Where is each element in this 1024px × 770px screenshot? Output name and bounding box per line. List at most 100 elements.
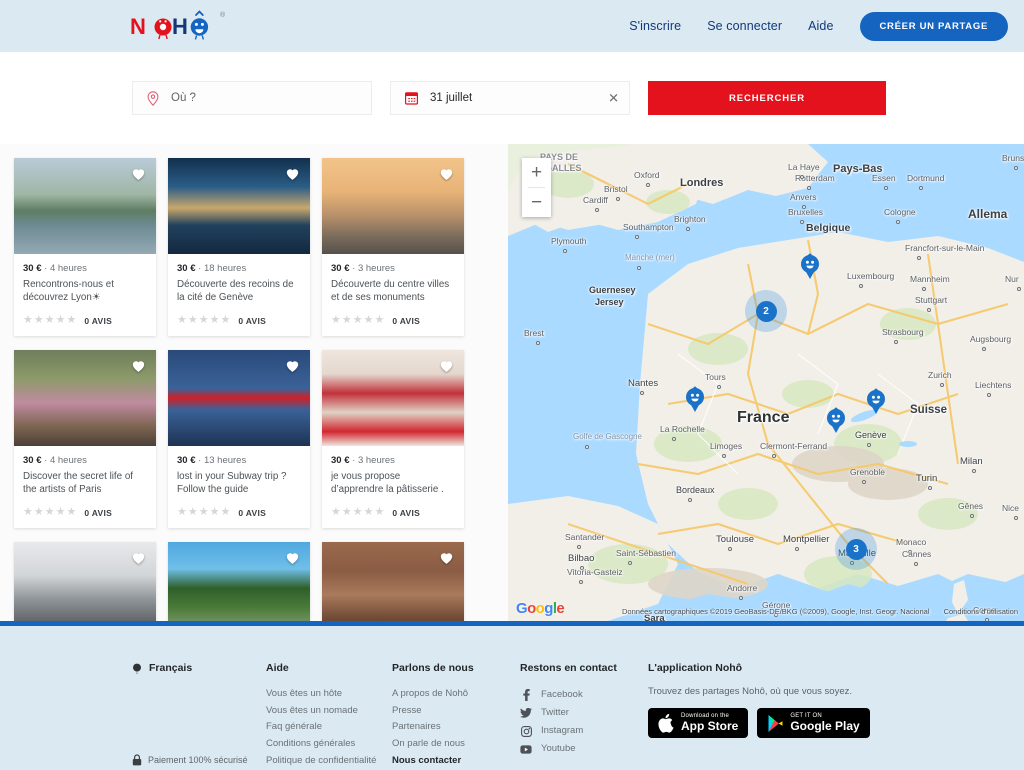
- map-place-dot: [640, 391, 644, 395]
- footer-link[interactable]: Vous êtes un hôte: [266, 686, 392, 703]
- rating-star: ★: [209, 314, 220, 326]
- footer-link[interactable]: Partenaires: [392, 719, 520, 736]
- map-place-dot: [884, 186, 888, 190]
- noho-map-pin-icon: [827, 407, 845, 433]
- clear-date-icon[interactable]: ✕: [608, 92, 619, 105]
- rating-star: ★: [55, 506, 66, 518]
- map-place-dot: [688, 498, 692, 502]
- map-marker-lyon[interactable]: [825, 406, 847, 439]
- rating-star: ★: [209, 506, 220, 518]
- social-label: Twitter: [541, 707, 569, 719]
- footer-link[interactable]: Vous êtes un nomade: [266, 703, 392, 720]
- map-place-dot: [536, 341, 540, 345]
- map-cluster-paris[interactable]: 2: [745, 290, 787, 332]
- google-logo: Google: [516, 600, 565, 617]
- experience-card[interactable]: 30 € · 3 heures je vous propose d’appren…: [322, 350, 464, 528]
- card-photo: [168, 350, 310, 446]
- rating-star: ★: [44, 314, 55, 326]
- experience-card[interactable]: [14, 542, 156, 621]
- card-title: Discover the secret life of the artists …: [23, 471, 133, 496]
- star-rating: ★ ★ ★ ★ ★: [177, 315, 230, 326]
- where-placeholder-text: Où ?: [171, 92, 196, 104]
- review-count: 0 AVIS: [392, 315, 421, 326]
- youtube-icon: [520, 745, 532, 754]
- footer-link[interactable]: On parle de nous: [392, 736, 520, 753]
- map-place-dot: [635, 235, 639, 239]
- social-link-twitter[interactable]: Twitter: [520, 704, 648, 722]
- card-body: 30 € · 4 heures Rencontrons-nous et déco…: [14, 254, 156, 305]
- map-marker-genève[interactable]: [865, 387, 887, 420]
- favorite-heart-icon[interactable]: [130, 357, 147, 374]
- social-link-youtube[interactable]: Youtube: [520, 740, 648, 758]
- noho-logo-icon: N H: [130, 10, 209, 40]
- map-place-dot: [922, 287, 926, 291]
- rating-star: ★: [352, 314, 363, 326]
- map-terms-link[interactable]: Conditions d'utilisation: [944, 607, 1018, 616]
- map-zoom-controls[interactable]: + −: [522, 158, 551, 217]
- where-input[interactable]: Où ?: [132, 81, 372, 115]
- social-label: Youtube: [541, 743, 576, 755]
- favorite-heart-icon[interactable]: [438, 549, 455, 566]
- map-place-dot: [580, 566, 584, 570]
- date-input[interactable]: 31 juillet ✕: [390, 81, 630, 115]
- experience-card[interactable]: 30 € · 4 heures Discover the secret life…: [14, 350, 156, 528]
- site-footer: Français Aide Vous êtes un hôte Vous êtes…: [0, 621, 1024, 770]
- favorite-heart-icon[interactable]: [130, 549, 147, 566]
- social-label: Facebook: [541, 689, 583, 700]
- card-body: 30 € · 4 heures Discover the secret life…: [14, 446, 156, 497]
- map-place-dot: [1017, 287, 1021, 291]
- experience-card[interactable]: 30 € · 13 heures lost in your Subway tri…: [168, 350, 310, 528]
- map-place-dot: [563, 249, 567, 253]
- zoom-in-button[interactable]: +: [522, 158, 551, 187]
- footer-link[interactable]: Politique de confidentialité: [266, 753, 392, 770]
- footer-link[interactable]: Conditions générales: [266, 736, 392, 753]
- googleplay-badge[interactable]: GET IT ON Google Play: [757, 708, 870, 738]
- map-marker-reims[interactable]: [799, 252, 821, 285]
- favorite-heart-icon[interactable]: [130, 165, 147, 182]
- results-grid[interactable]: 30 € · 4 heures Rencontrons-nous et déco…: [0, 144, 508, 621]
- map-place-dot: [800, 220, 804, 224]
- experience-card[interactable]: 30 € · 18 heures Découverte des recoins …: [168, 158, 310, 336]
- card-title: je vous propose d’apprendre la pâtisseri…: [331, 471, 444, 496]
- rating-star: ★: [55, 314, 66, 326]
- create-share-button[interactable]: CRÉER UN PARTAGE: [859, 11, 1008, 41]
- map-place-dot: [919, 186, 923, 190]
- favorite-heart-icon[interactable]: [284, 549, 301, 566]
- instagram-icon: [520, 725, 532, 737]
- footer-link[interactable]: A propos de Nohô: [392, 686, 520, 703]
- map-place-dot: [585, 445, 589, 449]
- map-panel[interactable]: PAYS DE GALLES Oxford Londres Bristol Cardiff…: [508, 144, 1024, 621]
- rating-star: ★: [187, 314, 198, 326]
- nav-help[interactable]: Aide: [808, 19, 833, 33]
- favorite-heart-icon[interactable]: [438, 165, 455, 182]
- experience-card[interactable]: 30 € · 4 heures Rencontrons-nous et déco…: [14, 158, 156, 336]
- favorite-heart-icon[interactable]: [284, 165, 301, 182]
- search-button[interactable]: RECHERCHER: [648, 81, 886, 115]
- card-body: 30 € · 3 heures je vous propose d’appren…: [322, 446, 464, 497]
- footer-column-app: L'application Nohô Trouvez des partages …: [648, 662, 948, 769]
- experience-card[interactable]: 30 € · 3 heures Découverte du centre vil…: [322, 158, 464, 336]
- nav-signup[interactable]: S'inscrire: [629, 19, 681, 33]
- star-rating: ★ ★ ★ ★ ★: [331, 315, 384, 326]
- social-link-instagram[interactable]: Instagram: [520, 722, 648, 740]
- card-price: 30 €: [23, 455, 42, 466]
- map-place-dot: [896, 220, 900, 224]
- favorite-heart-icon[interactable]: [284, 357, 301, 374]
- search-bar: Où ? 31 juillet ✕ RECHERCHER: [0, 52, 1024, 144]
- experience-card[interactable]: [322, 542, 464, 621]
- map-marker-la-rochelle[interactable]: [684, 385, 706, 418]
- nav-login[interactable]: Se connecter: [707, 19, 782, 33]
- footer-link[interactable]: Nous contacter: [392, 753, 520, 770]
- favorite-heart-icon[interactable]: [438, 357, 455, 374]
- site-logo[interactable]: N H ®: [130, 8, 225, 44]
- star-rating: ★ ★ ★ ★ ★: [331, 507, 384, 518]
- footer-link[interactable]: Presse: [392, 703, 520, 720]
- footer-aide-title: Aide: [266, 662, 289, 674]
- footer-link[interactable]: Faq générale: [266, 719, 392, 736]
- map-cluster-marseille[interactable]: 3: [835, 528, 877, 570]
- social-link-facebook[interactable]: Facebook: [520, 686, 648, 704]
- appstore-badge[interactable]: Download on the App Store: [648, 708, 749, 738]
- experience-card[interactable]: [168, 542, 310, 621]
- zoom-out-button[interactable]: −: [522, 188, 551, 217]
- language-selector[interactable]: Français: [132, 662, 266, 674]
